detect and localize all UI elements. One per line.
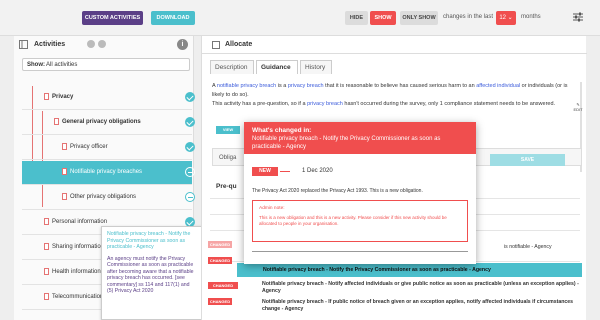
activities-header: Activities i	[14, 36, 194, 53]
changes-in-last-label: changes in the last	[443, 14, 494, 20]
popup-divider	[252, 251, 468, 252]
tooltip-title: Notifiable privacy breach - Notify the P…	[107, 231, 191, 250]
complete-check-icon	[185, 117, 195, 127]
link-privacy-breach-2[interactable]: privacy breach	[307, 101, 343, 107]
allocate-title: Allocate	[225, 41, 253, 48]
tree-item-label: Health information	[52, 269, 101, 275]
months-label: months	[521, 14, 541, 20]
tab-guidance[interactable]: Guidance	[256, 60, 298, 74]
complete-check-icon	[185, 142, 195, 152]
guidance-fragment: that it is reasonable to believe has cau…	[323, 83, 477, 89]
collapse-panel-icon[interactable]	[19, 40, 28, 49]
link-notifiable-privacy-breach[interactable]: notifiable privacy breach	[217, 83, 276, 89]
change-description: The Privacy Act 2020 replaced the Privac…	[252, 188, 423, 194]
show-filter-select[interactable]: Show: All activities	[22, 58, 190, 71]
edit-icon[interactable]: ✎ EDIT	[572, 102, 584, 112]
tree-item-notifiable-privacy-breaches[interactable]: Notifiable privacy breaches	[22, 161, 195, 185]
custom-activities-button[interactable]: CUSTOM ACTIVITIES	[82, 11, 143, 25]
changed-badge: CHANGED	[208, 241, 232, 248]
selected-obligation-text: Notifiable privacy breach - Notify the P…	[263, 267, 491, 273]
obligation-text: Notifiable privacy breach - If public no…	[262, 299, 574, 312]
info-icon[interactable]: i	[177, 39, 188, 50]
guidance-fragment: This activity has a pre-question, so if …	[212, 101, 308, 107]
admin-note-text: This is a new obligation and this is a n…	[259, 215, 447, 226]
tree-item-label: Other privacy obligations	[70, 194, 137, 200]
document-icon	[62, 168, 67, 175]
notifiable-tail-text: is notifiable - Agency	[504, 244, 552, 250]
guidance-text: A notifiable privacy breach is a privacy…	[212, 82, 570, 109]
changed-badge: CHANGED	[208, 257, 232, 264]
complete-check-icon	[185, 92, 195, 102]
whats-changed-popup: What's changed in: Notifiable privacy br…	[244, 122, 476, 264]
document-icon	[44, 293, 49, 300]
admin-note-label: Admin note:	[259, 206, 285, 211]
document-icon	[44, 93, 49, 100]
obligations-label: Obliga	[219, 155, 237, 161]
new-badge: NEW	[252, 167, 278, 176]
tree-item-other-privacy-obligations[interactable]: Other privacy obligations	[22, 186, 195, 210]
tab-history[interactable]: History	[300, 60, 332, 74]
only-show-changes-button[interactable]: ONLY SHOW	[400, 11, 438, 25]
obligation-row[interactable]: Notifiable privacy breach - If public no…	[262, 299, 580, 312]
popup-header-title: What's changed in:	[252, 127, 312, 134]
changed-badge: CHANGED	[208, 282, 238, 289]
link-affected-individual[interactable]: affected individual	[476, 83, 520, 89]
show-filter-value: All activities	[46, 62, 78, 68]
document-icon	[62, 143, 67, 150]
tree-item-general-privacy-obligations[interactable]: General privacy obligations	[22, 111, 195, 135]
partial-status-icon	[185, 192, 195, 202]
document-icon	[54, 118, 59, 125]
new-badge-connector	[280, 171, 290, 172]
hide-changes-button[interactable]: HIDE	[345, 11, 368, 25]
tab-description[interactable]: Description	[210, 60, 254, 74]
settings-sliders-icon[interactable]	[572, 11, 584, 23]
tree-item-label: Sharing information	[52, 244, 105, 250]
show-changes-button[interactable]: SHOW	[370, 11, 396, 25]
tree-item-privacy-officer[interactable]: Privacy officer	[22, 136, 195, 160]
document-icon	[44, 268, 49, 275]
months-select[interactable]: 12 ⌄	[496, 11, 516, 25]
popup-header-subtitle: Notifiable privacy breach - Notify the P…	[252, 136, 441, 150]
activity-tooltip: Notifiable privacy breach - Notify the P…	[101, 226, 202, 320]
change-date: 1 Dec 2020	[302, 168, 333, 174]
tree-item-label: General privacy obligations	[62, 119, 141, 125]
save-button[interactable]: SAVE	[490, 154, 565, 166]
help-icon[interactable]	[87, 40, 95, 48]
tooltip-body: An agency must notify the Privacy Commis…	[107, 255, 194, 295]
partial-status-icon	[185, 167, 195, 177]
popup-header: What's changed in: Notifiable privacy br…	[244, 122, 476, 154]
allocate-header: Allocate	[202, 36, 587, 54]
download-button[interactable]: DOWNLOAD	[151, 11, 195, 25]
edit-label: EDIT	[573, 107, 583, 112]
guidance-fragment: is a	[276, 83, 288, 89]
guidance-fragment: hasn't occurred during the survey, only …	[342, 101, 556, 107]
activities-title: Activities	[34, 41, 66, 48]
document-icon	[44, 243, 49, 250]
tree-item-privacy[interactable]: Privacy	[22, 86, 195, 110]
show-filter-label: Show:	[27, 62, 45, 68]
obligation-row[interactable]: Notifiable privacy breach - Notify affec…	[262, 281, 580, 294]
tree-item-label: Privacy officer	[70, 144, 108, 150]
filter-icon[interactable]	[98, 40, 106, 48]
tree-item-label: Telecommunications	[52, 294, 107, 300]
document-icon	[62, 193, 67, 200]
top-toolbar: CUSTOM ACTIVITIES DOWNLOAD HIDE SHOW ONL…	[0, 0, 600, 36]
obligation-text: Notifiable privacy breach - Notify affec…	[262, 281, 579, 294]
tree-item-label: Privacy	[52, 94, 74, 100]
admin-note-box: Admin note: This is a new obligation and…	[252, 200, 468, 242]
changed-badge: CHANGED	[208, 298, 232, 305]
document-icon	[44, 218, 49, 225]
tree-item-label: Personal information	[52, 219, 108, 225]
view-button[interactable]: VIEW	[216, 126, 240, 134]
link-privacy-breach[interactable]: privacy breach	[288, 83, 324, 89]
prequestion-label: Pre-qu	[216, 183, 237, 190]
allocate-icon	[212, 41, 220, 49]
tree-item-label: Notifiable privacy breaches	[70, 169, 143, 175]
